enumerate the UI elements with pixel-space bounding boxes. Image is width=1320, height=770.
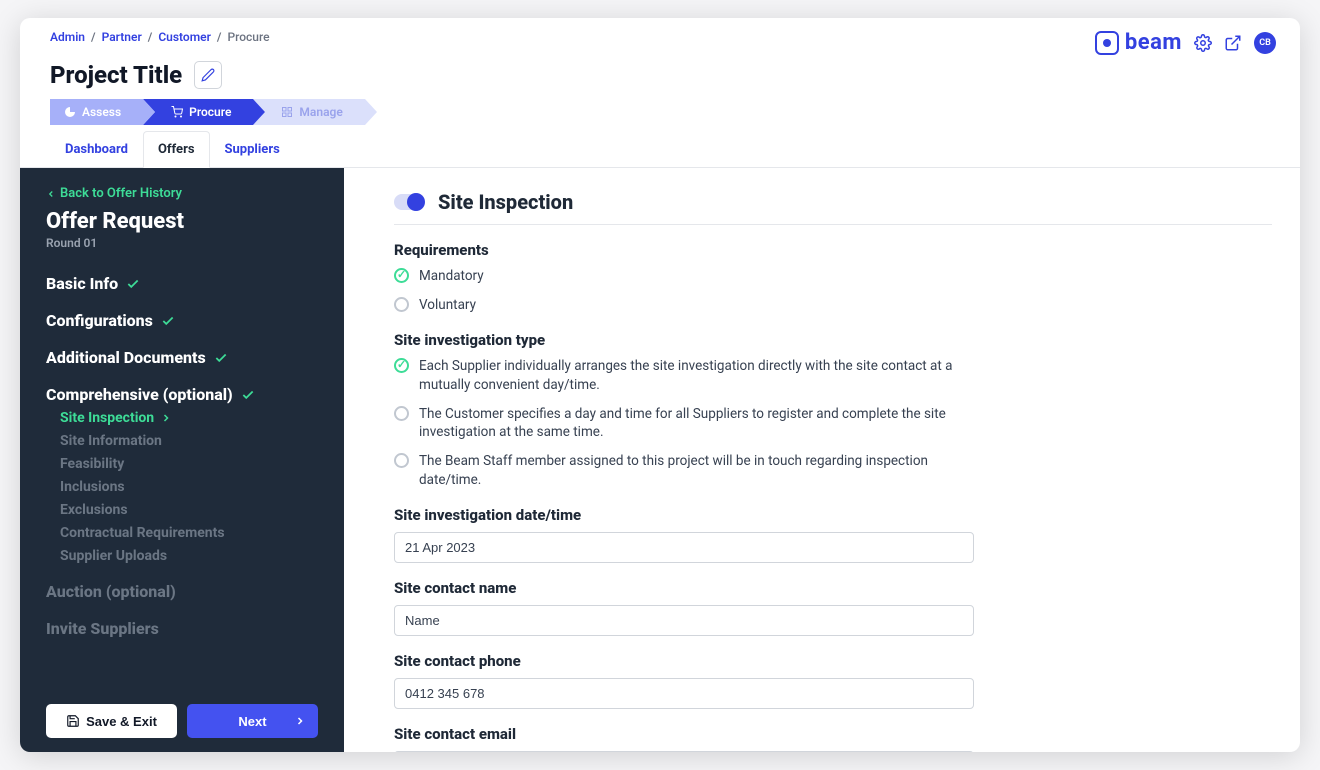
sidebar-item-site-information[interactable]: Site Information (60, 433, 318, 449)
sidebar-title: Offer Request (46, 209, 318, 234)
tab-offers[interactable]: Offers (143, 131, 210, 168)
manage-icon (281, 106, 293, 118)
check-icon (241, 388, 255, 402)
group-investigation-type: Site investigation type Each Supplier in… (394, 331, 974, 490)
sidebar-item-site-inspection[interactable]: Site Inspection (60, 410, 318, 426)
label-contact-phone: Site contact phone (394, 652, 974, 670)
body: Back to Offer History Offer Request Roun… (20, 168, 1300, 752)
edit-title-button[interactable] (194, 61, 222, 89)
page-title: Project Title (50, 61, 182, 89)
radio-icon (394, 453, 409, 468)
save-exit-button[interactable]: Save & Exit (46, 704, 177, 738)
input-contact-name[interactable] (394, 605, 974, 636)
label-contact-name: Site contact name (394, 579, 974, 597)
chevron-left-icon (46, 189, 56, 199)
tab-suppliers[interactable]: Suppliers (210, 131, 295, 168)
topbar-right: beam CB (1095, 30, 1276, 55)
sidebar-subtitle: Round 01 (46, 236, 318, 250)
cart-icon (171, 106, 183, 118)
chevron-right-icon (160, 412, 172, 424)
breadcrumb: Admin / Partner / Customer / Procure (50, 30, 270, 44)
sidebar-section-basic-info[interactable]: Basic Info (46, 274, 318, 293)
group-date: Site investigation date/time (394, 506, 974, 563)
sidebar-footer: Save & Exit Next (20, 692, 344, 738)
sidebar-item-exclusions[interactable]: Exclusions (60, 502, 318, 518)
pencil-icon (201, 68, 215, 82)
group-contact-phone: Site contact phone (394, 652, 974, 709)
input-contact-email[interactable] (394, 751, 974, 752)
progress-steps: Assess Procure Manage (20, 99, 1300, 131)
label-date: Site investigation date/time (394, 506, 974, 524)
input-date[interactable] (394, 532, 974, 563)
check-icon (126, 277, 140, 291)
radio-icon (394, 297, 409, 312)
sidebar: Back to Offer History Offer Request Roun… (20, 168, 344, 752)
save-icon (66, 714, 80, 728)
main: Site Inspection Requirements Mandatory V… (344, 168, 1300, 752)
gear-icon[interactable] (1194, 34, 1212, 52)
group-requirements: Requirements Mandatory Voluntary (394, 241, 974, 315)
crumb-customer[interactable]: Customer (158, 30, 211, 44)
sidebar-subitems: Site Inspection Site Information Feasibi… (60, 410, 318, 564)
crumb-sep: / (148, 30, 153, 44)
crumb-sep: / (91, 30, 96, 44)
back-link[interactable]: Back to Offer History (46, 186, 318, 201)
logo-text: beam (1125, 30, 1182, 55)
label-requirements: Requirements (394, 241, 974, 259)
tab-dashboard[interactable]: Dashboard (50, 131, 143, 168)
label-investigation-type: Site investigation type (394, 331, 974, 349)
topbar: Admin / Partner / Customer / Procure bea… (20, 18, 1300, 55)
sidebar-item-contractual[interactable]: Contractual Requirements (60, 525, 318, 541)
app-frame: Admin / Partner / Customer / Procure bea… (20, 18, 1300, 752)
crumb-sep: / (217, 30, 222, 44)
sidebar-item-inclusions[interactable]: Inclusions (60, 479, 318, 495)
section-toggle[interactable] (394, 194, 424, 210)
step-assess[interactable]: Assess (50, 99, 143, 125)
radio-type-customer-schedule[interactable]: The Customer specifies a day and time fo… (394, 405, 974, 443)
next-button[interactable]: Next (187, 704, 318, 738)
main-header: Site Inspection (394, 190, 1272, 225)
tabs: Dashboard Offers Suppliers (20, 131, 1300, 168)
group-contact-name: Site contact name (394, 579, 974, 636)
input-contact-phone[interactable] (394, 678, 974, 709)
avatar[interactable]: CB (1254, 32, 1276, 54)
sidebar-item-feasibility[interactable]: Feasibility (60, 456, 318, 472)
radio-icon (394, 406, 409, 421)
chevron-right-icon (294, 715, 306, 727)
sidebar-section-auction[interactable]: Auction (optional) (46, 582, 318, 601)
logo-mark-icon (1095, 31, 1119, 55)
sidebar-section-invite-suppliers[interactable]: Invite Suppliers (46, 619, 318, 638)
external-link-icon[interactable] (1224, 34, 1242, 52)
crumb-admin[interactable]: Admin (50, 30, 85, 44)
crumb-partner[interactable]: Partner (102, 30, 142, 44)
label-contact-email: Site contact email (394, 725, 974, 743)
radio-voluntary[interactable]: Voluntary (394, 296, 974, 315)
step-procure[interactable]: Procure (143, 99, 253, 125)
sidebar-section-comprehensive[interactable]: Comprehensive (optional) (46, 385, 318, 404)
check-icon (161, 314, 175, 328)
radio-type-beam-staff[interactable]: The Beam Staff member assigned to this p… (394, 452, 974, 490)
logo[interactable]: beam (1095, 30, 1182, 55)
title-row: Project Title (20, 55, 1300, 99)
group-contact-email: Site contact email (394, 725, 974, 752)
section-heading: Site Inspection (438, 190, 573, 214)
sidebar-item-supplier-uploads[interactable]: Supplier Uploads (60, 548, 318, 564)
sidebar-content: Back to Offer History Offer Request Roun… (20, 186, 344, 692)
check-icon (214, 351, 228, 365)
radio-type-individual[interactable]: Each Supplier individually arranges the … (394, 357, 974, 395)
pie-icon (64, 106, 76, 118)
radio-mandatory[interactable]: Mandatory (394, 267, 974, 286)
radio-icon (394, 358, 409, 373)
step-manage[interactable]: Manage (253, 99, 364, 125)
radio-icon (394, 268, 409, 283)
sidebar-section-configurations[interactable]: Configurations (46, 311, 318, 330)
crumb-current: Procure (227, 30, 269, 44)
sidebar-section-additional-docs[interactable]: Additional Documents (46, 348, 318, 367)
